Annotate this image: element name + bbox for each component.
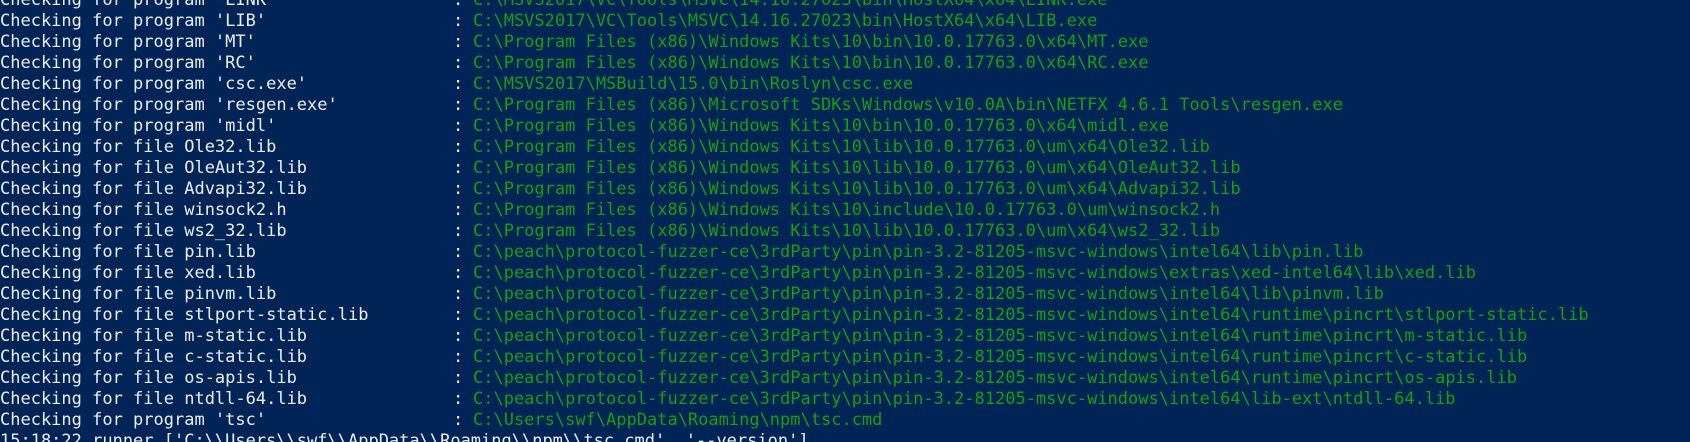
- output-line: Checking for file OleAut32.lib: C:\Progra…: [0, 158, 1690, 179]
- found-path: C:\Program Files (x86)\Microsoft SDKs\Wi…: [473, 95, 1343, 115]
- found-path: C:\Program Files (x86)\Windows Kits\10\b…: [473, 116, 1169, 136]
- check-label: Checking for file pinvm.lib: [0, 284, 277, 304]
- partial-log-line: 15:18:22 runner ['C:\\Users\\swf\\AppDat…: [0, 431, 809, 442]
- check-label: Checking for file c-static.lib: [0, 347, 308, 367]
- separator: :: [453, 158, 464, 178]
- output-line: Checking for program 'midl': C:\Program F…: [0, 116, 1690, 137]
- output-line: Checking for program 'RC': C:\Program Fil…: [0, 53, 1690, 74]
- check-label: Checking for program 'resgen.exe': [0, 95, 338, 115]
- separator: :: [453, 53, 464, 73]
- separator: :: [453, 200, 464, 220]
- terminal-window[interactable]: Checking for program 'LINK': C:\MSVS2017\…: [0, 0, 1690, 442]
- separator: :: [453, 389, 464, 409]
- check-label: Checking for file stlport-static.lib: [0, 305, 369, 325]
- output-line: Checking for file m-static.lib: C:\peach\…: [0, 326, 1690, 347]
- output-line: Checking for file winsock2.h: C:\Program …: [0, 200, 1690, 221]
- output-line: Checking for file xed.lib: C:\peach\proto…: [0, 263, 1690, 284]
- found-path: C:\peach\protocol-fuzzer-ce\3rdParty\pin…: [473, 284, 1384, 304]
- separator: :: [453, 137, 464, 157]
- check-label: Checking for file m-static.lib: [0, 326, 308, 346]
- separator: :: [453, 326, 464, 346]
- output-line: Checking for file Advapi32.lib: C:\Progra…: [0, 179, 1690, 200]
- check-label: Checking for file winsock2.h: [0, 200, 287, 220]
- separator: :: [453, 284, 464, 304]
- output-line: Checking for file pin.lib: C:\peach\proto…: [0, 242, 1690, 263]
- separator: :: [453, 179, 464, 199]
- found-path: C:\Program Files (x86)\Windows Kits\10\l…: [473, 137, 1210, 157]
- terminal-output: Checking for program 'LINK': C:\MSVS2017\…: [0, 0, 1690, 442]
- found-path: C:\MSVS2017\MSBuild\15.0\bin\Roslyn\csc.…: [473, 74, 914, 94]
- output-line: Checking for file stlport-static.lib: C:\…: [0, 305, 1690, 326]
- separator: :: [453, 32, 464, 52]
- separator: :: [453, 242, 464, 262]
- output-line: Checking for file ntdll-64.lib: C:\peach\…: [0, 389, 1690, 410]
- check-label: Checking for file ntdll-64.lib: [0, 389, 308, 409]
- check-label: Checking for program 'MT': [0, 32, 256, 52]
- check-label: Checking for program 'midl': [0, 116, 277, 136]
- output-line: Checking for program 'MT': C:\Program Fil…: [0, 32, 1690, 53]
- output-line: Checking for program 'tsc': C:\Users\swf\…: [0, 410, 1690, 431]
- output-line: Checking for file ws2_32.lib: C:\Program …: [0, 221, 1690, 242]
- found-path: C:\MSVS2017\VC\Tools\MSVC\14.16.27023\bi…: [473, 11, 1098, 31]
- found-path: C:\peach\protocol-fuzzer-ce\3rdParty\pin…: [473, 305, 1589, 325]
- separator: :: [453, 74, 464, 94]
- separator: :: [453, 116, 464, 136]
- output-line: Checking for program 'csc.exe': C:\MSVS20…: [0, 74, 1690, 95]
- check-label: Checking for program 'LIB': [0, 11, 267, 31]
- found-path: C:\Program Files (x86)\Windows Kits\10\i…: [473, 200, 1221, 220]
- output-line: Checking for file os-apis.lib: C:\peach\p…: [0, 368, 1690, 389]
- found-path: C:\Program Files (x86)\Windows Kits\10\b…: [473, 53, 1149, 73]
- separator: :: [453, 410, 464, 430]
- check-label: Checking for program 'csc.exe': [0, 74, 308, 94]
- found-path: C:\peach\protocol-fuzzer-ce\3rdParty\pin…: [473, 368, 1517, 388]
- output-line: Checking for file Ole32.lib: C:\Program F…: [0, 137, 1690, 158]
- output-line: Checking for program 'LINK': C:\MSVS2017\…: [0, 0, 1690, 11]
- found-path: C:\MSVS2017\VC\Tools\MSVC\14.16.27023\bi…: [473, 0, 1108, 10]
- check-label: Checking for file os-apis.lib: [0, 368, 297, 388]
- check-label: Checking for file ws2_32.lib: [0, 221, 287, 241]
- output-line: Checking for program 'resgen.exe': C:\Pro…: [0, 95, 1690, 116]
- check-label: Checking for program 'LINK': [0, 0, 277, 10]
- separator: :: [453, 368, 464, 388]
- check-label: Checking for file OleAut32.lib: [0, 158, 308, 178]
- check-label: Checking for file xed.lib: [0, 263, 256, 283]
- found-path: C:\peach\protocol-fuzzer-ce\3rdParty\pin…: [473, 347, 1528, 367]
- check-label: Checking for file Ole32.lib: [0, 137, 277, 157]
- check-label: Checking for program 'tsc': [0, 410, 267, 430]
- found-path: C:\Program Files (x86)\Windows Kits\10\l…: [473, 179, 1241, 199]
- separator: :: [453, 263, 464, 283]
- output-line: Checking for file c-static.lib: C:\peach\…: [0, 347, 1690, 368]
- found-path: C:\Program Files (x86)\Windows Kits\10\l…: [473, 158, 1241, 178]
- found-path: C:\Program Files (x86)\Windows Kits\10\l…: [473, 221, 1221, 241]
- check-label: Checking for file Advapi32.lib: [0, 179, 308, 199]
- check-label: Checking for program 'RC': [0, 53, 256, 73]
- found-path: C:\Users\swf\AppData\Roaming\npm\tsc.cmd: [473, 410, 883, 430]
- separator: :: [453, 305, 464, 325]
- output-line: Checking for file pinvm.lib: C:\peach\pro…: [0, 284, 1690, 305]
- found-path: C:\peach\protocol-fuzzer-ce\3rdParty\pin…: [473, 326, 1528, 346]
- separator: :: [453, 0, 464, 10]
- separator: :: [453, 95, 464, 115]
- separator: :: [453, 11, 464, 31]
- check-label: Checking for file pin.lib: [0, 242, 256, 262]
- output-line: Checking for program 'LIB': C:\MSVS2017\V…: [0, 11, 1690, 32]
- separator: :: [453, 347, 464, 367]
- separator: :: [453, 221, 464, 241]
- found-path: C:\peach\protocol-fuzzer-ce\3rdParty\pin…: [473, 263, 1477, 283]
- found-path: C:\peach\protocol-fuzzer-ce\3rdParty\pin…: [473, 389, 1456, 409]
- found-path: C:\peach\protocol-fuzzer-ce\3rdParty\pin…: [473, 242, 1364, 262]
- found-path: C:\Program Files (x86)\Windows Kits\10\b…: [473, 32, 1149, 52]
